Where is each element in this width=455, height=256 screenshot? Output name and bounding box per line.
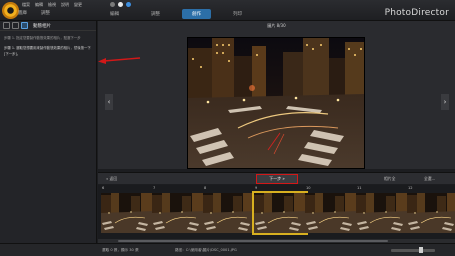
annotation-arrow <box>98 57 141 64</box>
tab-library[interactable]: 圖庫 <box>18 10 27 16</box>
folder-icon[interactable] <box>3 22 10 29</box>
mode-tabs: 編輯 調整 創作 列印 <box>100 9 252 19</box>
import-icon[interactable] <box>12 22 19 29</box>
quick-tools <box>110 2 131 7</box>
zoom-slider[interactable] <box>391 249 435 252</box>
thumbnail-number: 9 <box>255 186 258 190</box>
tab-print[interactable]: 列印 <box>223 9 252 19</box>
scrollbar-thumb[interactable] <box>118 240 388 242</box>
thumbnail-image <box>305 193 357 233</box>
thumbnail-number: 11 <box>357 186 362 190</box>
thumbnail-image <box>101 193 153 233</box>
wizard-bar: « 返回 下一步 » 相片全 全選... <box>98 172 455 184</box>
menu-change[interactable]: 變更 <box>74 2 82 8</box>
tab-adjust[interactable]: 調整 <box>141 9 170 19</box>
filmstrip-thumbnail[interactable]: 10 <box>305 186 357 237</box>
main-photo <box>187 37 365 169</box>
thumbnail-image <box>407 193 455 233</box>
thumbnail-number: 10 <box>306 186 311 190</box>
filmstrip-thumbnail[interactable]: 7 <box>152 186 204 237</box>
share-icon[interactable] <box>126 2 131 7</box>
title-bar: 檔案 編輯 檢視 說明 變更 圖庫 調整 編輯 調整 創作 列印 PhotoDi… <box>0 0 455 21</box>
thumbnail-number: 8 <box>204 186 207 190</box>
file-info: 圖片 8/30 <box>267 23 286 28</box>
thumbnail-number: 7 <box>153 186 156 190</box>
filmstrip-thumbnail[interactable]: 11 <box>356 186 408 237</box>
photo-viewer: 圖片 8/30 ‹ › <box>98 21 455 169</box>
photo-all-label[interactable]: 相片全 <box>384 175 395 183</box>
menu-help[interactable]: 說明 <box>61 2 69 8</box>
thumbnail-image <box>152 193 204 233</box>
app-logo-icon <box>2 2 19 19</box>
menu-file[interactable]: 檔案 <box>22 2 30 8</box>
menu-edit[interactable]: 編輯 <box>35 2 43 8</box>
filmstrip-thumbnail[interactable]: 6 <box>101 186 153 237</box>
panel-title: 動態相片 <box>33 23 51 29</box>
panel-toolbar: 動態相片 <box>0 21 96 31</box>
menu-view[interactable]: 檢視 <box>48 2 56 8</box>
undo-icon[interactable] <box>110 2 115 7</box>
next-photo-button[interactable]: › <box>441 94 449 110</box>
menu-bar: 檔案 編輯 檢視 說明 變更 <box>22 2 82 8</box>
filmstrip-thumbnail[interactable]: 8 <box>203 186 255 237</box>
thumbnail-image <box>356 193 408 233</box>
app-brand: PhotoDirector <box>384 8 449 18</box>
prev-photo-button[interactable]: ‹ <box>105 94 113 110</box>
filmstrip: 6 7 8 9 10 11 12 <box>98 185 455 239</box>
thumbnail-number: 6 <box>102 186 105 190</box>
back-button[interactable]: « 返回 <box>106 175 117 183</box>
selection-count: 選取 0 張，顯示 30 張 <box>102 248 139 252</box>
tab-create[interactable]: 創作 <box>182 9 211 19</box>
panel-note: 步驟 1. 指定您要製作動態效果的相片，點選下一步 <box>4 36 81 40</box>
status-bar: 選取 0 張，顯示 30 張 路徑：C:\使用者\圖片\DSC_0001.JPG <box>0 243 455 256</box>
library-tabs: 圖庫 調整 <box>18 10 50 16</box>
next-button[interactable]: 下一步 » <box>256 174 298 184</box>
thumbnail-number: 12 <box>408 186 413 190</box>
panel-hint: 步驟 1. 選取您想要用來製作動態效果的相片，然後按一下 [下一步]。 <box>4 46 91 56</box>
file-path: 路徑：C:\使用者\圖片\DSC_0001.JPG <box>175 248 237 252</box>
zoom-knob[interactable] <box>419 247 423 253</box>
tab-adjust-cat[interactable]: 調整 <box>41 10 50 16</box>
filmstrip-thumbnail[interactable]: 12 <box>407 186 455 237</box>
record-icon[interactable] <box>118 2 123 7</box>
tab-edit[interactable]: 編輯 <box>100 9 129 19</box>
filmstrip-thumbnail[interactable]: 9 <box>252 186 308 237</box>
left-panel: 動態相片 步驟 1. 指定您要製作動態效果的相片，點選下一步 步驟 1. 選取您… <box>0 21 97 256</box>
select-all-button[interactable]: 全選... <box>424 175 435 183</box>
motion-photo-icon[interactable] <box>21 22 28 29</box>
thumbnail-image <box>203 193 255 233</box>
thumbnail-image <box>252 191 308 235</box>
